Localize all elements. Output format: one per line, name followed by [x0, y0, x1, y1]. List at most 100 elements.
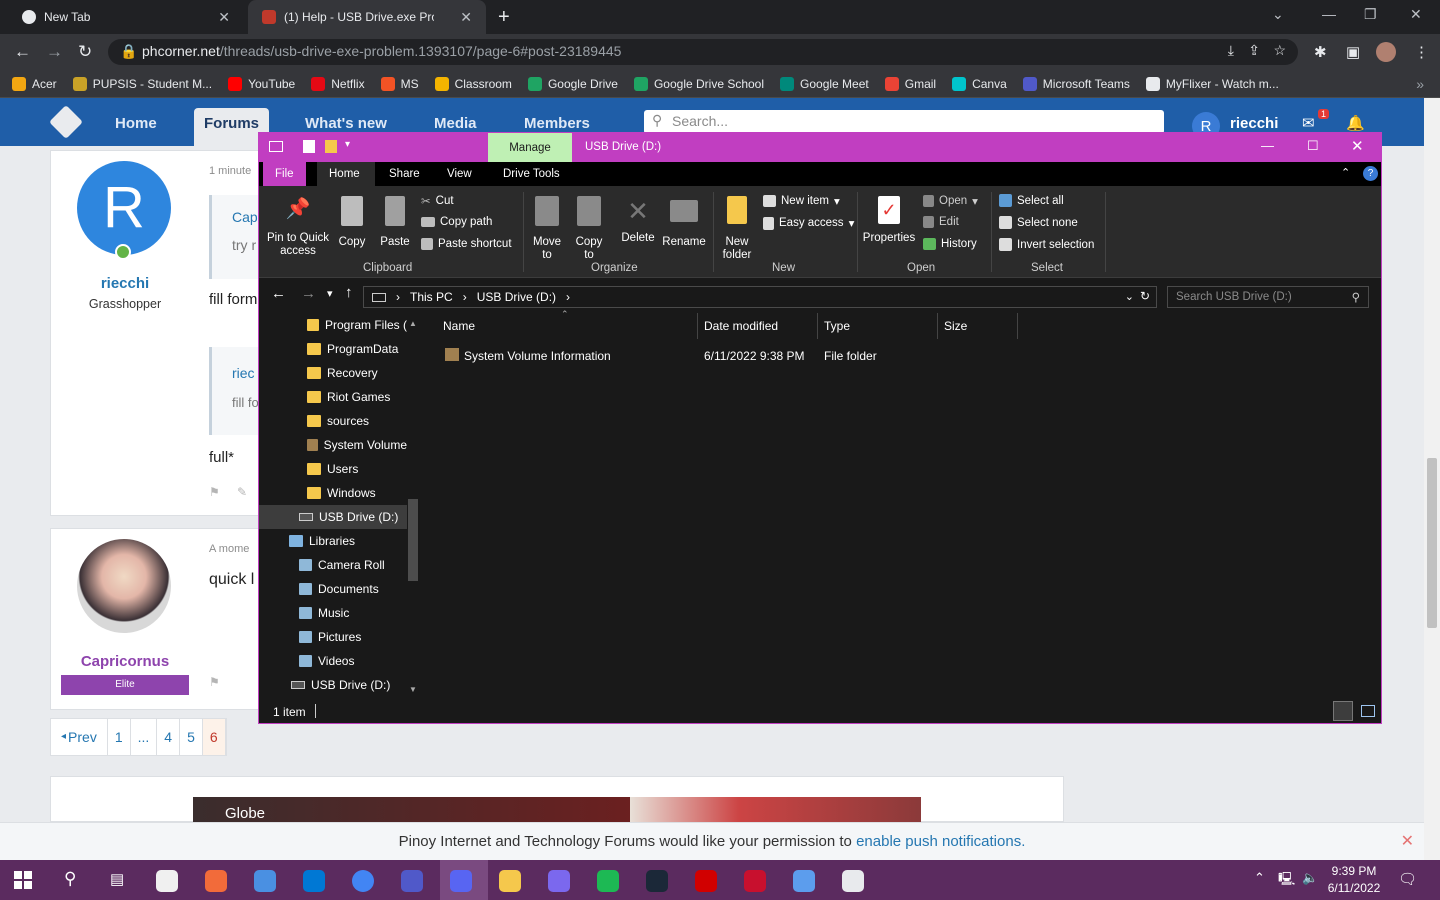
- report-flag-icon[interactable]: ⚑: [209, 675, 220, 689]
- taskbar-app-icon[interactable]: [450, 870, 472, 892]
- nav-item[interactable]: sources: [259, 409, 407, 433]
- side-panel-icon[interactable]: ▣: [1346, 43, 1360, 61]
- address-bar[interactable]: 🔒 phcorner.net/threads/usb-drive-exe-pro…: [108, 39, 1298, 65]
- copy-path-button[interactable]: Copy path: [421, 216, 492, 228]
- new-tab-plus-icon[interactable]: +: [498, 6, 510, 29]
- nav-item[interactable]: Pictures: [259, 625, 407, 649]
- taskbar-app-icon[interactable]: [695, 870, 717, 892]
- pagination-prev[interactable]: Prev: [66, 719, 108, 755]
- network-icon[interactable]: 🖳: [1278, 870, 1295, 892]
- up-icon[interactable]: ↑: [345, 284, 353, 301]
- column-header-date[interactable]: Date modified: [704, 319, 778, 333]
- pagination-page[interactable]: 6: [202, 719, 226, 755]
- nav-item[interactable]: Users: [259, 457, 407, 481]
- paste-shortcut-button[interactable]: Paste shortcut: [421, 238, 512, 250]
- column-divider[interactable]: [697, 313, 698, 339]
- tab-forum[interactable]: (1) Help - USB Drive.exe Problem ✕: [248, 0, 486, 34]
- new-folder-qa-icon[interactable]: [325, 140, 337, 153]
- report-flag-icon[interactable]: ⚑: [209, 485, 220, 499]
- profile-avatar[interactable]: [1376, 42, 1396, 62]
- rename-button[interactable]: Rename: [661, 196, 707, 249]
- post-user-name[interactable]: riecchi: [51, 275, 199, 292]
- copy-to-button[interactable]: Copy to: [571, 196, 607, 262]
- bookmark-item[interactable]: Acer: [12, 76, 57, 91]
- nav-item[interactable]: Camera Roll: [259, 553, 407, 577]
- history-button[interactable]: History: [923, 238, 977, 250]
- restore-icon[interactable]: ❐: [1364, 6, 1377, 23]
- nav-item[interactable]: Libraries: [259, 529, 407, 553]
- column-header-type[interactable]: Type: [824, 319, 850, 333]
- taskbar-app-icon[interactable]: [744, 870, 766, 892]
- user-name[interactable]: riecchi: [1230, 115, 1278, 132]
- large-icons-view-icon[interactable]: [1361, 705, 1375, 717]
- nav-scrollbar-thumb[interactable]: [408, 499, 418, 581]
- back-icon[interactable]: ←: [271, 285, 286, 302]
- breadcrumb-usb-drive[interactable]: USB Drive (D:): [477, 290, 556, 304]
- taskbar-app-icon[interactable]: [156, 870, 178, 892]
- tab-file[interactable]: File: [263, 162, 306, 186]
- bookmark-item[interactable]: Classroom: [434, 76, 512, 91]
- column-divider[interactable]: [817, 313, 818, 339]
- tray-chevron-icon[interactable]: ⌃: [1254, 870, 1265, 886]
- post-user-name[interactable]: Capricornus: [51, 653, 199, 670]
- new-item-button[interactable]: New item ▾: [763, 194, 840, 208]
- nav-media[interactable]: Media: [434, 115, 477, 132]
- bookmark-item[interactable]: MS: [380, 76, 419, 91]
- breadcrumb-this-pc[interactable]: This PC: [410, 290, 453, 304]
- enable-notifications-link[interactable]: enable push notifications.: [856, 833, 1025, 850]
- nav-whats-new[interactable]: What's new: [305, 115, 387, 132]
- bookmark-item[interactable]: Google Drive School: [633, 76, 764, 91]
- bookmark-item[interactable]: PUPSIS - Student M...: [72, 76, 212, 91]
- scroll-down-icon[interactable]: ▼: [409, 685, 417, 694]
- scroll-up-icon[interactable]: ▲: [409, 319, 417, 328]
- nav-item[interactable]: Windows: [259, 481, 407, 505]
- bell-icon[interactable]: 🔔: [1346, 114, 1365, 132]
- bookmark-item[interactable]: Microsoft Teams: [1022, 76, 1130, 91]
- volume-icon[interactable]: 🔈: [1302, 870, 1318, 886]
- bookmark-item[interactable]: YouTube: [228, 76, 295, 91]
- menu-kebab-icon[interactable]: ⋮: [1414, 43, 1429, 61]
- taskbar-app-icon[interactable]: [499, 870, 521, 892]
- notification-center-icon[interactable]: 🗨: [1398, 870, 1417, 888]
- tab-share[interactable]: Share: [377, 162, 432, 186]
- nav-item[interactable]: Riot Games: [259, 385, 407, 409]
- close-notification-icon[interactable]: ✕: [1401, 831, 1414, 851]
- taskbar-search-icon[interactable]: ⚲: [64, 869, 76, 889]
- column-header-name[interactable]: Name: [443, 319, 475, 333]
- bookmark-item[interactable]: Google Drive: [527, 76, 618, 91]
- site-logo-icon[interactable]: [49, 105, 83, 139]
- properties-button[interactable]: ✓ Properties: [861, 196, 917, 245]
- minimize-icon[interactable]: —: [1322, 6, 1336, 22]
- recent-locations-icon[interactable]: ▾: [327, 287, 333, 300]
- minimize-icon[interactable]: —: [1261, 138, 1274, 153]
- pagination-page[interactable]: 5: [180, 719, 203, 755]
- move-to-button[interactable]: Move to: [529, 196, 565, 262]
- nav-scrollbar[interactable]: ▲ ▼: [407, 313, 419, 699]
- tab-new-tab[interactable]: New Tab ✕: [8, 0, 244, 34]
- scrollbar-thumb[interactable]: [1427, 458, 1437, 628]
- start-windows-icon[interactable]: [14, 871, 32, 889]
- taskbar-app-icon[interactable]: [254, 870, 276, 892]
- column-divider[interactable]: [937, 313, 938, 339]
- nav-item[interactable]: ProgramData: [259, 337, 407, 361]
- select-all-button[interactable]: Select all: [999, 194, 1064, 207]
- bookmark-item[interactable]: MyFlixer - Watch m...: [1145, 76, 1279, 91]
- pagination-page[interactable]: 1: [107, 719, 131, 755]
- nav-members[interactable]: Members: [524, 115, 590, 132]
- breadcrumb[interactable]: › This PC › USB Drive (D:) › ⌄ ↻: [363, 286, 1157, 308]
- taskbar-app-icon[interactable]: [352, 870, 374, 892]
- close-icon[interactable]: ✕: [1351, 137, 1364, 155]
- tab-home[interactable]: Home: [317, 162, 375, 186]
- properties-qa-icon[interactable]: [303, 140, 315, 153]
- pagination-page[interactable]: ...: [130, 719, 158, 755]
- post-time[interactable]: A mome: [209, 543, 249, 555]
- taskbar-app-icon[interactable]: [401, 870, 423, 892]
- close-tab-icon[interactable]: ✕: [460, 9, 472, 26]
- cut-button[interactable]: ✂ Cut: [421, 194, 454, 208]
- maximize-icon[interactable]: ☐: [1307, 138, 1319, 154]
- bookmark-item[interactable]: Google Meet: [780, 76, 869, 91]
- nav-item[interactable]: USB Drive (D:): [259, 505, 407, 529]
- select-none-button[interactable]: Select none: [999, 216, 1078, 229]
- nav-item[interactable]: Program Files (: [259, 313, 407, 337]
- column-header-size[interactable]: Size: [944, 319, 967, 333]
